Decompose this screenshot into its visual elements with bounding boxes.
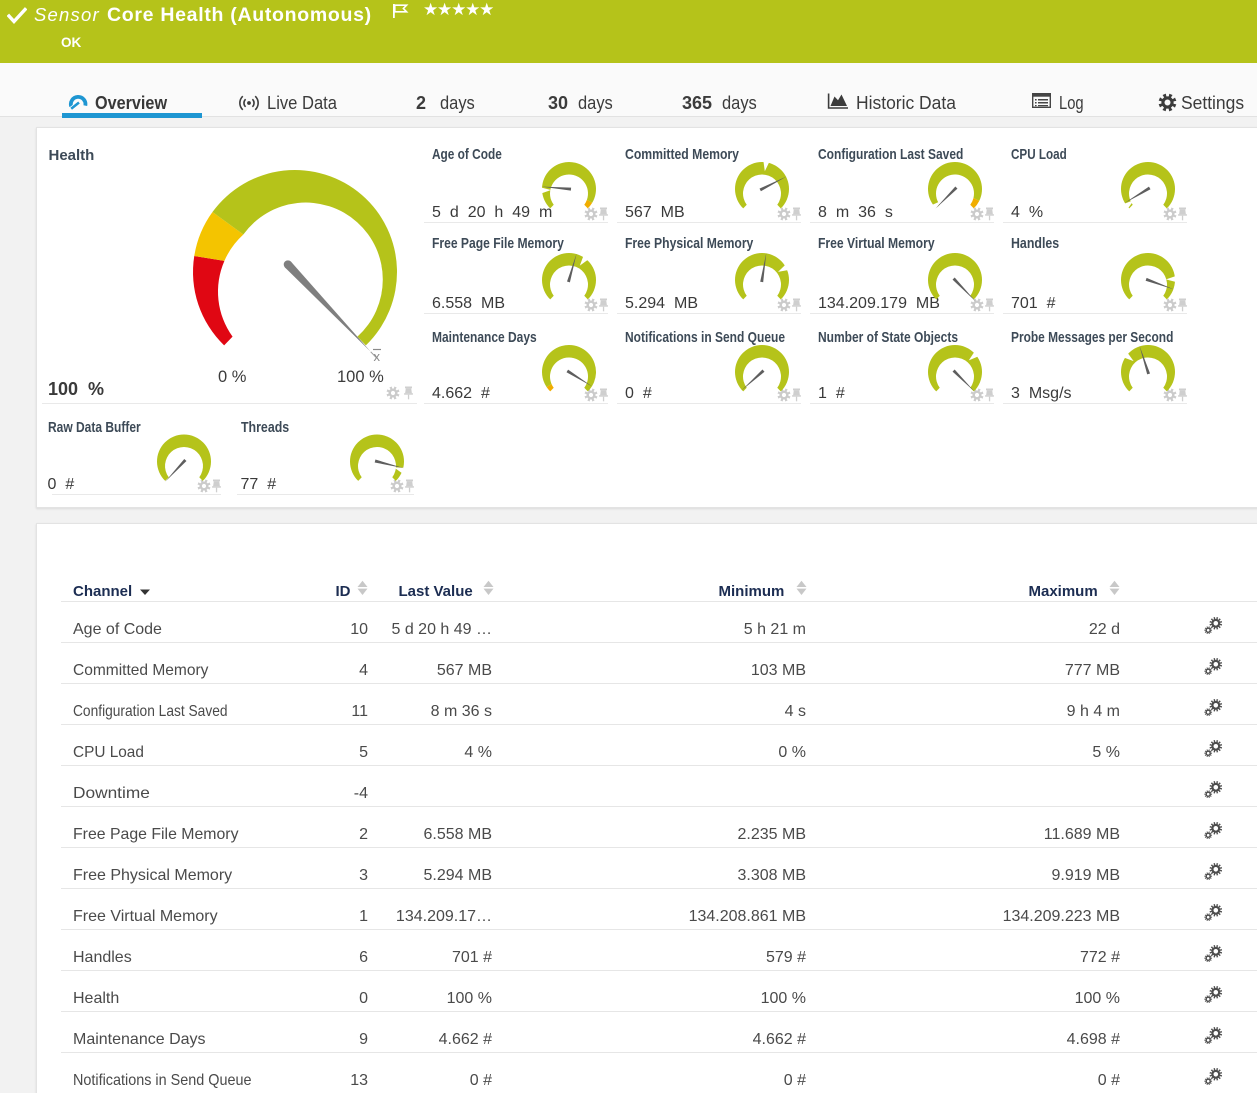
svg-text:x: x — [374, 349, 381, 364]
